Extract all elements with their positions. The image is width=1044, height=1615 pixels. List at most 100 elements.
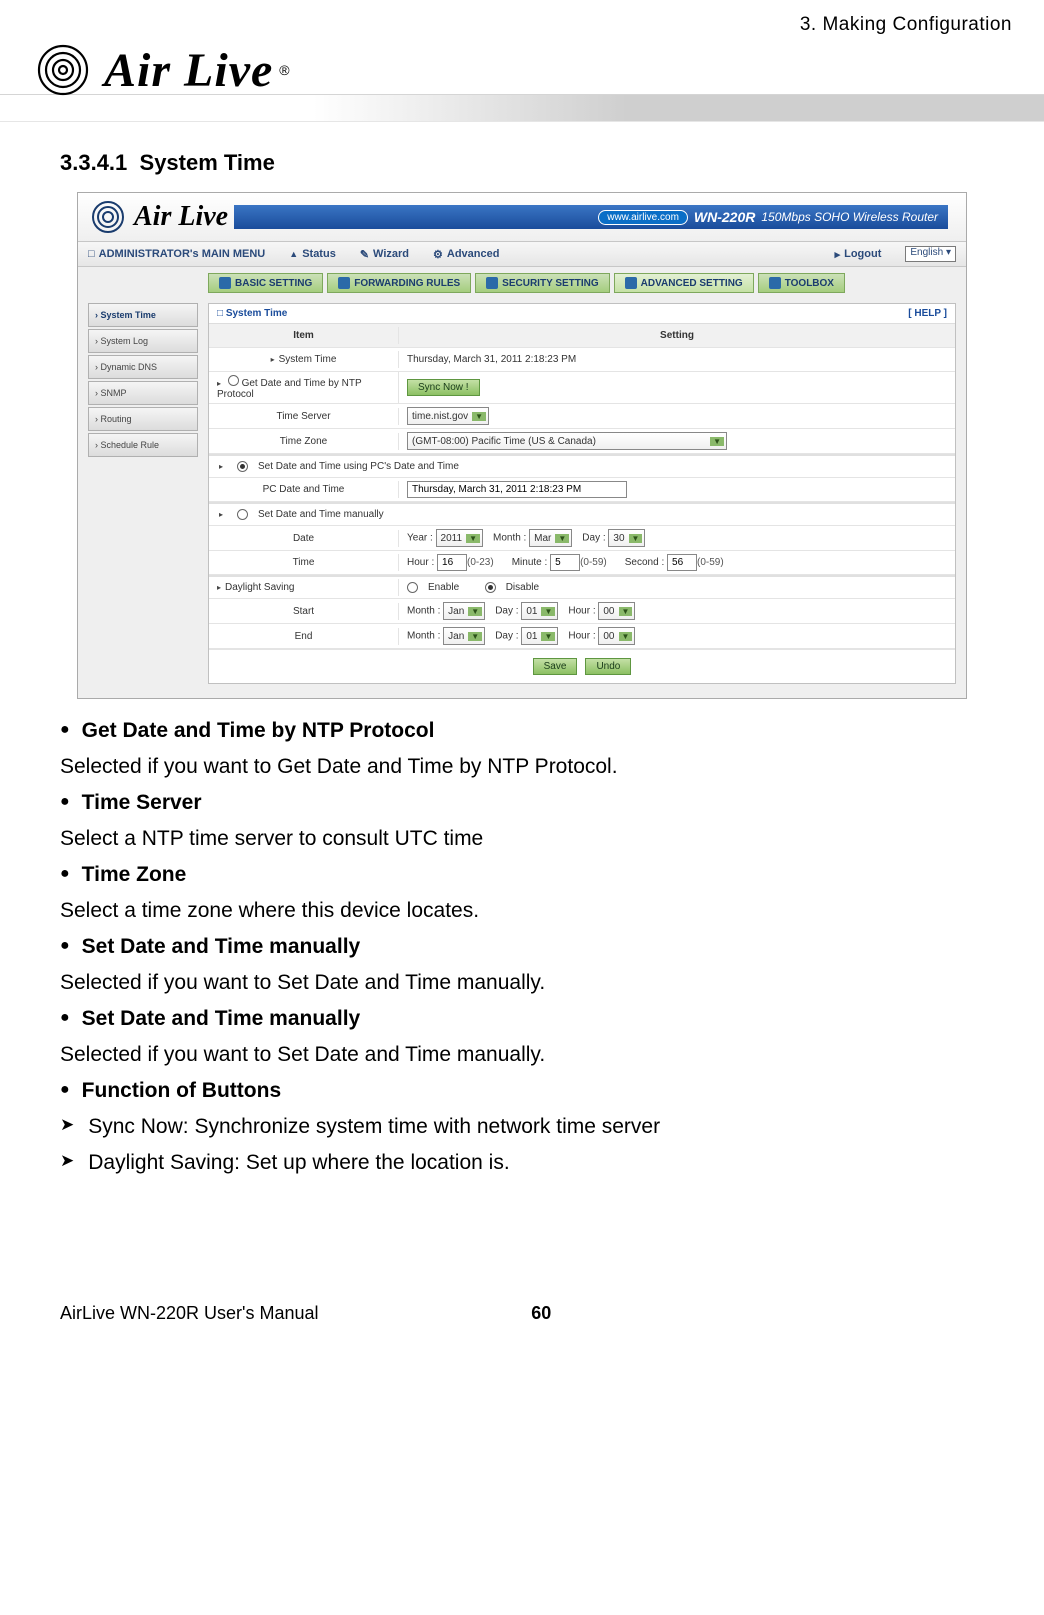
url-pill[interactable]: www.airlive.com	[598, 210, 688, 225]
tab-security-setting[interactable]: SECURITY SETTING	[475, 273, 610, 293]
daylight-disable-radio[interactable]	[485, 582, 496, 593]
sub-bullet-icon: ➤	[60, 1111, 74, 1139]
nav-wizard[interactable]: ✎ Wizard	[360, 248, 409, 261]
second-input[interactable]	[667, 554, 697, 571]
bullet-desc: Selected if you want to Set Date and Tim…	[60, 1039, 984, 1071]
sidebar-item-snmp[interactable]: › SNMP	[88, 381, 198, 405]
pc-time-radio-row: ▸ Set Date and Time using PC's Date and …	[209, 458, 955, 475]
nav-advanced[interactable]: ⚙ Advanced	[433, 248, 499, 261]
start-day-select[interactable]: 01▼	[521, 602, 558, 620]
time-zone-select[interactable]: (GMT-08:00) Pacific Time (US & Canada)▼	[407, 432, 727, 450]
sidebar-item-routing[interactable]: › Routing	[88, 407, 198, 431]
chevron-down-icon: ▼	[619, 607, 633, 616]
bullet-icon: ●	[60, 933, 70, 959]
basic-icon	[219, 277, 231, 289]
tab-basic-setting[interactable]: BASIC SETTING	[208, 273, 323, 293]
day-select[interactable]: 30▼	[608, 529, 645, 547]
model-banner: www.airlive.com WN-220R 150Mbps SOHO Wir…	[234, 205, 948, 229]
row-system-time-label: ▸System Time	[209, 351, 399, 368]
time-label: Time	[209, 554, 399, 571]
page-number: 60	[531, 1303, 551, 1324]
end-month-select[interactable]: Jan▼	[443, 627, 485, 645]
time-zone-label: Time Zone	[209, 433, 399, 450]
col-setting: Setting	[399, 327, 955, 344]
end-hour-select[interactable]: 00▼	[598, 627, 635, 645]
undo-button[interactable]: Undo	[585, 658, 631, 675]
bullet-icon: ●	[60, 789, 70, 815]
start-hour-select[interactable]: 00▼	[598, 602, 635, 620]
logo-text: Air Live	[104, 43, 273, 98]
hour-input[interactable]	[437, 554, 467, 571]
ntp-radio[interactable]	[228, 375, 239, 386]
chevron-down-icon: ▼	[555, 534, 569, 543]
chevron-down-icon: ▼	[472, 412, 486, 421]
tab-advanced-setting[interactable]: ADVANCED SETTING	[614, 273, 754, 293]
registered-icon: ®	[279, 62, 289, 78]
save-button[interactable]: Save	[533, 658, 578, 675]
ntp-radio-row: ▸ Get Date and Time by NTP Protocol	[209, 372, 399, 403]
year-select[interactable]: 2011▼	[436, 529, 483, 547]
daylight-start-label: Start	[209, 603, 399, 620]
bullet-title: Time Zone	[82, 861, 187, 889]
sync-now-button[interactable]: Sync Now !	[407, 379, 480, 396]
end-day-select[interactable]: 01▼	[521, 627, 558, 645]
brand-logo: Air Live ®	[28, 42, 1012, 98]
header-gradient	[0, 94, 1044, 122]
sidebar-item-schedule-rule[interactable]: › Schedule Rule	[88, 433, 198, 457]
bullet-desc: Selected if you want to Set Date and Tim…	[60, 967, 984, 999]
router-admin-screenshot: Air Live www.airlive.com WN-220R 150Mbps…	[77, 192, 967, 699]
nav-status[interactable]: ▲Status	[289, 248, 336, 260]
bullet-icon: ●	[60, 1005, 70, 1031]
bullet-desc: Select a NTP time server to consult UTC …	[60, 823, 984, 855]
panel-title: □ System Time	[217, 308, 287, 319]
tab-forwarding-rules[interactable]: FORWARDING RULES	[327, 273, 471, 293]
chevron-down-icon: ▼	[468, 632, 482, 641]
logo-swirl-icon	[28, 42, 98, 98]
sidebar-item-system-time[interactable]: › System Time	[88, 303, 198, 327]
sidebar: › System Time › System Log › Dynamic DNS…	[88, 303, 198, 684]
chevron-down-icon: ▼	[619, 632, 633, 641]
footer-manual-title: AirLive WN-220R User's Manual	[60, 1303, 319, 1324]
security-icon	[486, 277, 498, 289]
settings-panel: □ System Time [ HELP ] Item Setting ▸Sys…	[208, 303, 956, 684]
ss-logo-swirl-icon	[88, 198, 128, 236]
month-select[interactable]: Mar▼	[529, 529, 572, 547]
forwarding-icon	[338, 277, 350, 289]
help-link[interactable]: [ HELP ]	[908, 308, 947, 319]
tab-toolbox[interactable]: TOOLBOX	[758, 273, 845, 293]
bullet-title: Set Date and Time manually	[82, 933, 361, 961]
manual-radio-row: ▸ Set Date and Time manually	[209, 506, 955, 523]
bullet-icon: ●	[60, 861, 70, 887]
admin-menu-link[interactable]: □ ADMINISTRATOR's MAIN MENU	[88, 248, 265, 260]
bullet-icon: ●	[60, 717, 70, 743]
daylight-enable-radio[interactable]	[407, 582, 418, 593]
manual-radio[interactable]	[237, 509, 248, 520]
pc-time-radio[interactable]	[237, 461, 248, 472]
sidebar-item-dynamic-dns[interactable]: › Dynamic DNS	[88, 355, 198, 379]
pc-date-time-label: PC Date and Time	[209, 481, 399, 498]
nav-logout[interactable]: ▸ Logout	[835, 248, 882, 261]
sub-bullet-icon: ➤	[60, 1147, 74, 1175]
start-month-select[interactable]: Jan▼	[443, 602, 485, 620]
sub-bullet-text: Sync Now: Synchronize system time with n…	[88, 1111, 660, 1143]
pc-date-time-input[interactable]	[407, 481, 627, 498]
ss-logo-text: Air Live	[134, 201, 228, 233]
time-server-label: Time Server	[209, 408, 399, 425]
bullet-title: Set Date and Time manually	[82, 1005, 361, 1033]
config-tabs: BASIC SETTING FORWARDING RULES SECURITY …	[78, 267, 966, 297]
chevron-down-icon: ▼	[466, 534, 480, 543]
chevron-down-icon: ▼	[629, 534, 643, 543]
date-label: Date	[209, 530, 399, 547]
bullet-title: Get Date and Time by NTP Protocol	[82, 717, 435, 745]
advanced-icon	[625, 277, 637, 289]
bullet-title: Function of Buttons	[82, 1077, 281, 1105]
description-list: ● Get Date and Time by NTP Protocol Selec…	[60, 717, 984, 1179]
time-server-select[interactable]: time.nist.gov▼	[407, 407, 489, 425]
col-item: Item	[209, 327, 399, 344]
bullet-title: Time Server	[82, 789, 202, 817]
minute-input[interactable]	[550, 554, 580, 571]
bullet-desc: Select a time zone where this device loc…	[60, 895, 984, 927]
sidebar-item-system-log[interactable]: › System Log	[88, 329, 198, 353]
language-select[interactable]: English ▾	[905, 246, 956, 262]
main-nav: □ ADMINISTRATOR's MAIN MENU ▲Status ✎ Wi…	[78, 241, 966, 267]
